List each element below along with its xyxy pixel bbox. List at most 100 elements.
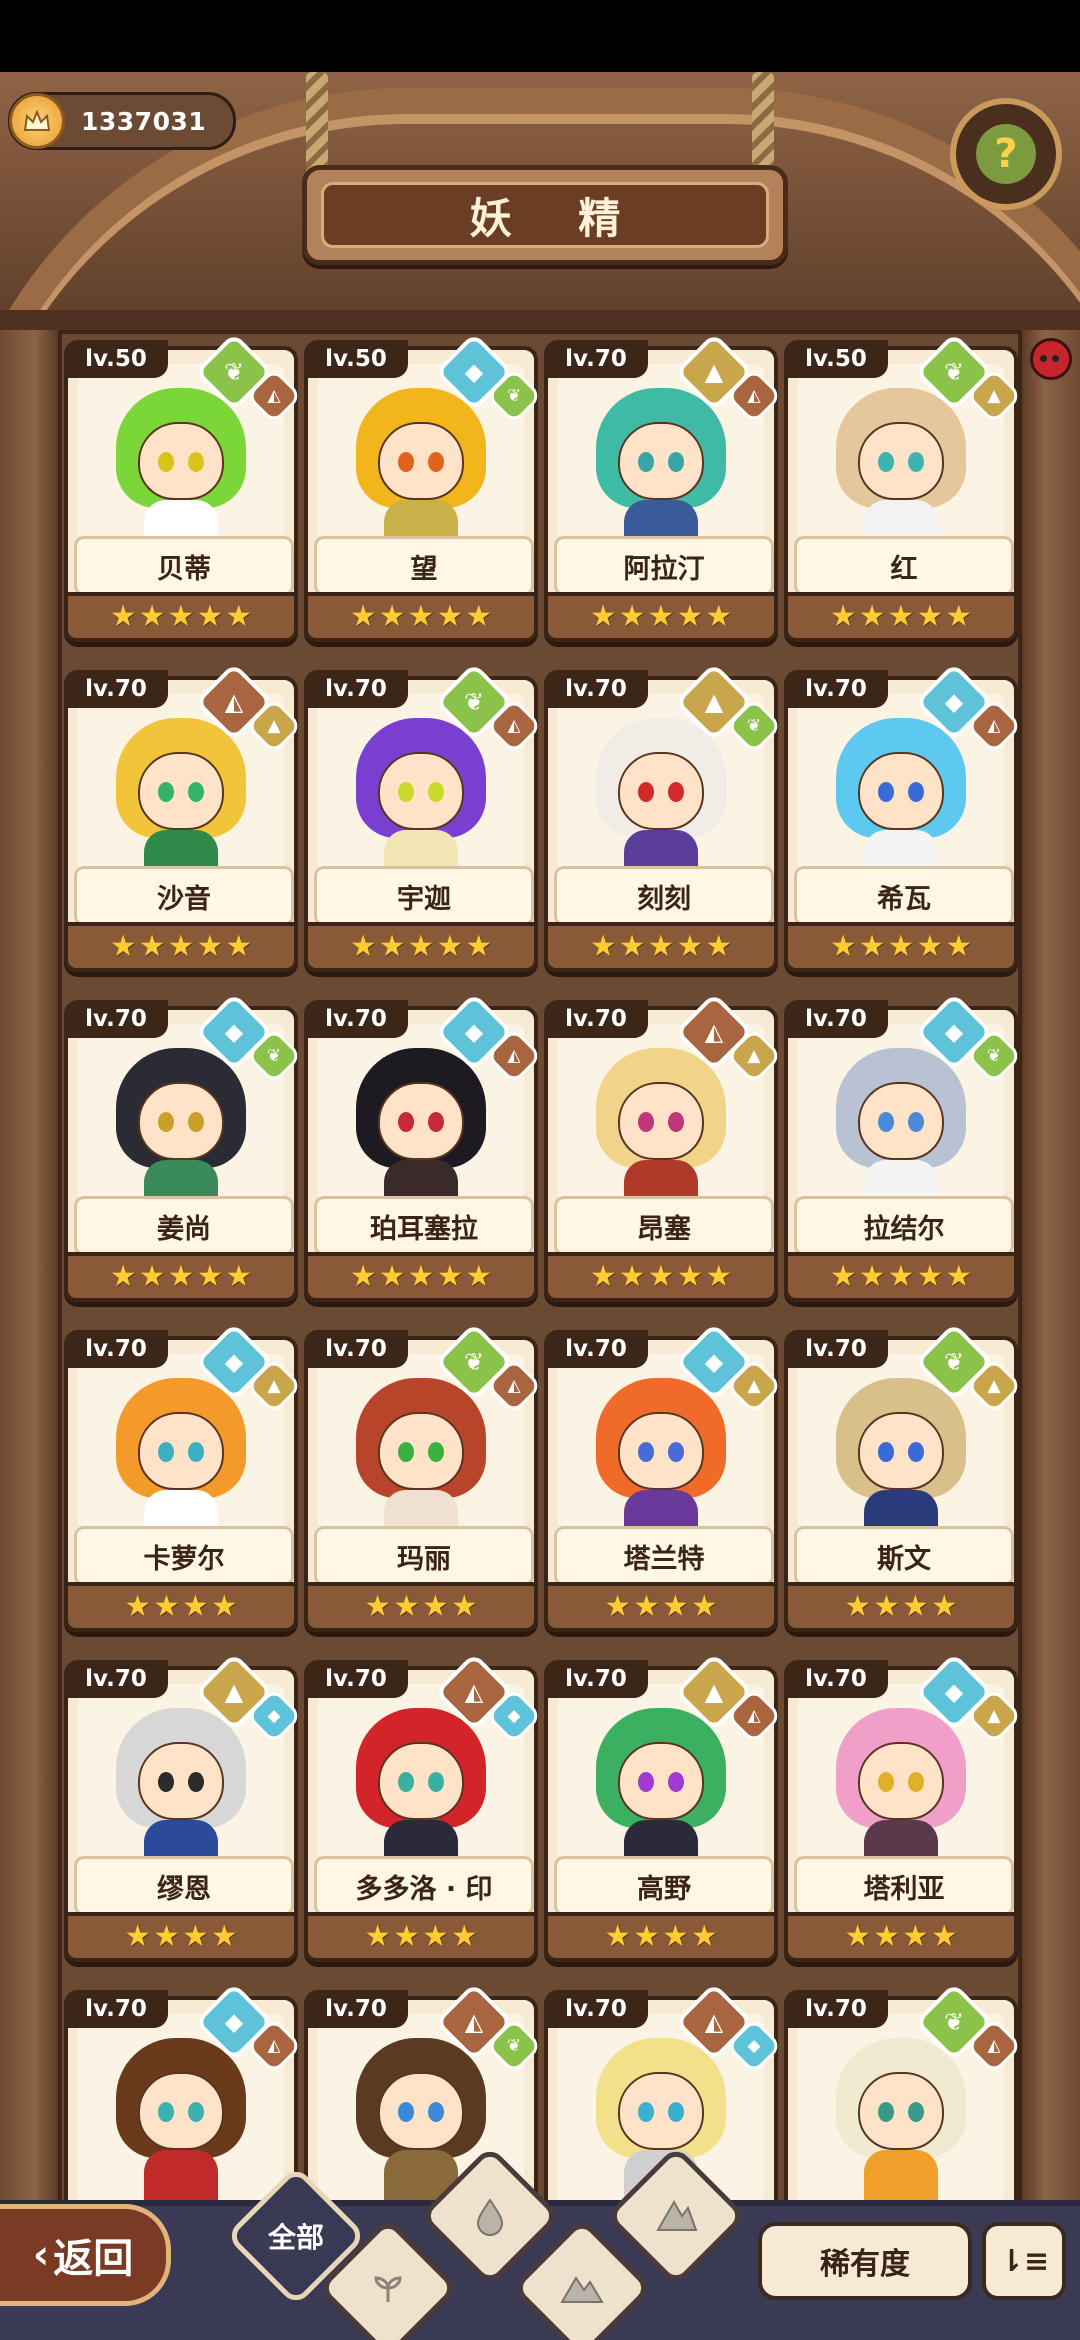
star-icon: ★ — [945, 599, 973, 634]
eye — [638, 782, 654, 802]
fairy-card[interactable]: lv.70 ▲ ◆ 缪恩 ★ ★ ★ ★ — [64, 1652, 303, 1964]
fairy-card[interactable]: lv.70 ◆ ❦ 拉结尔 ★ ★ ★ ★ ★ — [784, 992, 1023, 1304]
star-icon: ★ — [873, 1589, 900, 1624]
eye — [638, 1442, 654, 1462]
fairy-card[interactable]: lv.70 ◆ ◭ 希瓦 ★ ★ ★ ★ ★ — [784, 662, 1023, 974]
fairy-card[interactable]: lv.70 ◭ ▲ 沙音 ★ ★ ★ ★ ★ — [64, 662, 303, 974]
sort-order-button[interactable]: ⇂≡ — [982, 2222, 1066, 2300]
fairy-card[interactable]: lv.70 ◆ ▲ 塔利亚 ★ ★ ★ ★ — [784, 1652, 1023, 1964]
eye — [428, 2102, 444, 2122]
cabinet-side-left — [0, 330, 58, 2230]
sprout-icon — [343, 2243, 433, 2333]
eye — [668, 1772, 684, 1792]
star-icon: ★ — [916, 599, 944, 634]
star-icon: ★ — [858, 929, 886, 964]
fairy-name: 姜尚 — [74, 1196, 294, 1256]
star-icon: ★ — [647, 599, 675, 634]
fairy-card[interactable]: lv.70 ◭ ◆ 多多洛 · 印 ★ ★ ★ ★ — [304, 1652, 543, 1964]
star-rating: ★ ★ ★ ★ ★ — [64, 1252, 298, 1302]
face — [858, 752, 944, 830]
fairy-level: lv.70 — [784, 1330, 888, 1368]
star-icon: ★ — [124, 1589, 152, 1624]
star-icon: ★ — [450, 1919, 478, 1954]
eye — [908, 1442, 924, 1462]
star-rating: ★ ★ ★ ★ — [544, 1582, 778, 1632]
face — [618, 422, 704, 500]
fairy-name: 昂塞 — [554, 1196, 774, 1256]
back-label: 返回 — [53, 2236, 134, 2282]
eye — [158, 1112, 174, 1132]
star-icon: ★ — [705, 929, 733, 964]
fairy-card[interactable]: lv.70 ◆ ◭ 珀耳塞拉 ★ ★ ★ ★ ★ — [304, 992, 543, 1304]
star-rating: ★ ★ ★ ★ ★ — [64, 922, 298, 972]
currency-display[interactable]: 1337031 — [8, 92, 236, 150]
fairy-card[interactable]: lv.70 ◭ ▲ 昂塞 ★ ★ ★ ★ ★ — [544, 992, 783, 1304]
fairy-level: lv.70 — [64, 1330, 168, 1368]
fairy-card[interactable]: lv.50 ❦ ◭ 贝蒂 ★ ★ ★ ★ ★ — [64, 332, 303, 644]
star-icon: ★ — [153, 1919, 180, 1954]
rock-peak-icon — [631, 2171, 721, 2261]
sort-by-rarity-button[interactable]: 稀有度 — [758, 2222, 972, 2300]
star-rating: ★ ★ ★ ★ ★ — [544, 592, 778, 642]
fairy-level: lv.70 — [544, 1990, 648, 2028]
star-icon: ★ — [589, 599, 617, 634]
star-icon: ★ — [393, 1919, 420, 1954]
water-drop-icon — [445, 2171, 535, 2261]
eye — [668, 452, 684, 472]
star-icon: ★ — [902, 1589, 929, 1624]
star-icon: ★ — [349, 929, 377, 964]
star-icon: ★ — [225, 599, 253, 634]
outfit — [864, 2150, 938, 2204]
fairy-level: lv.50 — [304, 340, 408, 378]
fairy-card[interactable]: lv.70 ◆ ▲ 卡萝尔 ★ ★ ★ ★ — [64, 1322, 303, 1634]
fairy-card[interactable]: lv.70 ▲ ❦ 刻刻 ★ ★ ★ ★ ★ — [544, 662, 783, 974]
help-button[interactable]: ? — [950, 98, 1062, 210]
star-icon: ★ — [167, 929, 195, 964]
star-rating: ★ ★ ★ ★ — [784, 1912, 1018, 1962]
eye — [878, 2102, 894, 2122]
star-icon: ★ — [349, 599, 377, 634]
fairy-name: 斯文 — [794, 1526, 1014, 1586]
back-button[interactable]: ‹ 返回 — [0, 2204, 171, 2306]
star-icon: ★ — [829, 599, 857, 634]
eye — [638, 1772, 654, 1792]
star-icon: ★ — [407, 929, 435, 964]
fairy-level: lv.70 — [544, 1000, 648, 1038]
star-rating: ★ ★ ★ ★ ★ — [304, 1252, 538, 1302]
eye — [398, 1772, 414, 1792]
star-icon: ★ — [662, 1589, 689, 1624]
fairy-card[interactable]: lv.50 ◆ ❦ 望 ★ ★ ★ ★ ★ — [304, 332, 543, 644]
fairy-name: 塔兰特 — [554, 1526, 774, 1586]
star-icon: ★ — [887, 929, 915, 964]
fairy-card[interactable]: lv.70 ◆ ❦ 姜尚 ★ ★ ★ ★ ★ — [64, 992, 303, 1304]
fairy-card[interactable]: lv.50 ❦ ▲ 红 ★ ★ ★ ★ ★ — [784, 332, 1023, 644]
fairy-card[interactable]: lv.70 ▲ ◭ 阿拉汀 ★ ★ ★ ★ ★ — [544, 332, 783, 644]
fairy-card[interactable]: lv.70 ▲ ◭ 高野 ★ ★ ★ ★ — [544, 1652, 783, 1964]
fairy-level: lv.70 — [304, 1000, 408, 1038]
eye — [428, 452, 444, 472]
star-icon: ★ — [887, 1259, 915, 1294]
fairy-card[interactable]: lv.70 ❦ ◭ 宇迦 ★ ★ ★ ★ ★ — [304, 662, 543, 974]
star-icon: ★ — [182, 1919, 209, 1954]
star-icon: ★ — [647, 1259, 675, 1294]
face — [618, 1412, 704, 1490]
star-icon: ★ — [930, 1589, 958, 1624]
fairy-level: lv.70 — [64, 1000, 168, 1038]
star-icon: ★ — [196, 929, 224, 964]
star-icon: ★ — [364, 1919, 392, 1954]
star-rating: ★ ★ ★ ★ ★ — [544, 922, 778, 972]
fairy-level: lv.70 — [544, 1330, 648, 1368]
star-icon: ★ — [930, 1919, 958, 1954]
star-icon: ★ — [916, 929, 944, 964]
star-icon: ★ — [196, 599, 224, 634]
star-icon: ★ — [196, 1259, 224, 1294]
currency-value: 1337031 — [81, 106, 207, 136]
star-icon: ★ — [604, 1589, 632, 1624]
star-icon: ★ — [873, 1919, 900, 1954]
fairy-card[interactable]: lv.70 ❦ ▲ 斯文 ★ ★ ★ ★ — [784, 1322, 1023, 1634]
fairy-card[interactable]: lv.70 ❦ ◭ 玛丽 ★ ★ ★ ★ — [304, 1322, 543, 1634]
fairy-name: 高野 — [554, 1856, 774, 1916]
star-rating: ★ ★ ★ ★ ★ — [304, 592, 538, 642]
fairy-card[interactable]: lv.70 ◆ ▲ 塔兰特 ★ ★ ★ ★ — [544, 1322, 783, 1634]
star-icon: ★ — [858, 599, 886, 634]
